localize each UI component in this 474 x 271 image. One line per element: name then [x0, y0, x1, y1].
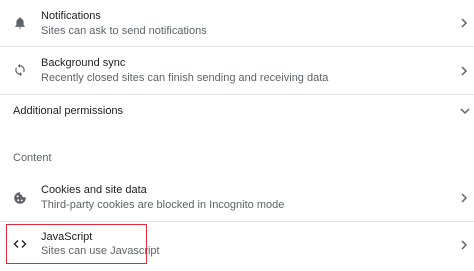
additional-permissions-row[interactable]: Additional permissions: [0, 95, 474, 128]
background-sync-subtitle: Recently closed sites can finish sending…: [41, 72, 329, 84]
javascript-subtitle: Sites can use Javascript: [41, 245, 160, 257]
site-settings-page: Notifications Sites can ask to send noti…: [0, 0, 474, 271]
chevron-right-icon: [461, 193, 468, 203]
chevron-down-icon: [460, 108, 470, 115]
cookies-title: Cookies and site data: [41, 184, 147, 196]
notifications-row[interactable]: Notifications Sites can ask to send noti…: [0, 0, 474, 44]
cookies-row[interactable]: Cookies and site data Third-party cookie…: [0, 173, 474, 221]
cookies-subtitle: Third-party cookies are blocked in Incog…: [41, 199, 285, 211]
additional-permissions-label: Additional permissions: [13, 105, 124, 117]
cookie-icon: [14, 192, 26, 204]
chevron-right-icon: [461, 66, 468, 76]
content-section-heading: Content: [13, 152, 52, 164]
javascript-title: JavaScript: [41, 231, 93, 243]
bell-icon: [15, 17, 25, 29]
sync-icon: [15, 63, 25, 77]
notifications-title: Notifications: [41, 10, 101, 22]
background-sync-row[interactable]: Background sync Recently closed sites ca…: [0, 47, 474, 94]
javascript-row[interactable]: JavaScript Sites can use Javascript: [0, 222, 474, 271]
chevron-right-icon: [461, 18, 468, 28]
code-icon: [13, 240, 27, 248]
notifications-subtitle: Sites can ask to send notifications: [41, 25, 207, 37]
background-sync-title: Background sync: [41, 57, 126, 69]
chevron-right-icon: [461, 240, 468, 250]
